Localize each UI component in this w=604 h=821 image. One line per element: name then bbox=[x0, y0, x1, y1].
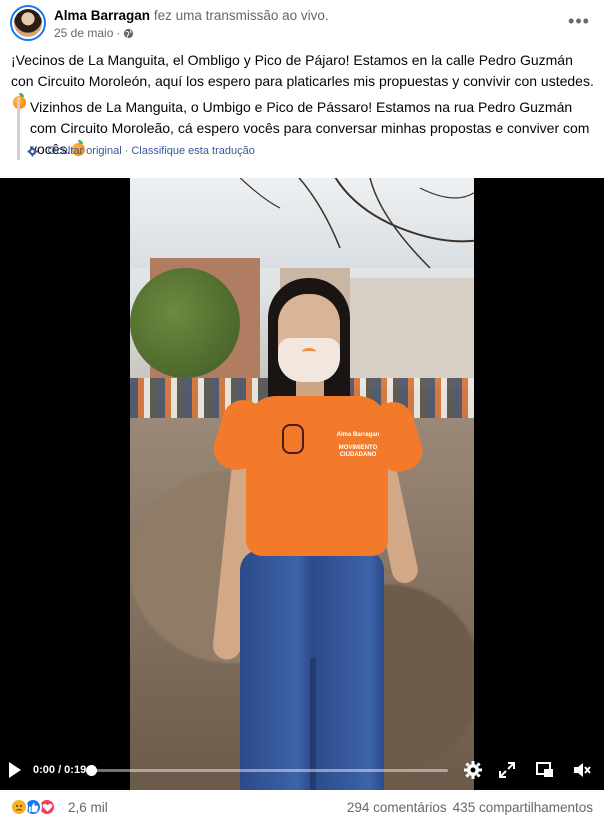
video-progress-bar[interactable] bbox=[86, 765, 448, 776]
picture-in-picture-icon[interactable] bbox=[535, 760, 555, 780]
shirt-name: Alma Barragan bbox=[336, 432, 380, 438]
reaction-count[interactable]: 2,6 mil bbox=[68, 800, 108, 815]
translation-links: · Ocultar original · Classifique esta tr… bbox=[27, 145, 255, 157]
post-date[interactable]: 25 de maio bbox=[54, 26, 113, 40]
meta-separator: · bbox=[116, 26, 121, 40]
author-line: Alma Barragan fez uma transmissão ao viv… bbox=[54, 8, 329, 23]
globe-icon bbox=[124, 28, 134, 38]
person-shirt bbox=[246, 396, 388, 556]
person-mask bbox=[278, 338, 340, 382]
mask-logo-icon bbox=[302, 348, 316, 356]
post-footer: 2,6 mil 294 comentários 435 compartilham… bbox=[0, 790, 604, 821]
play-icon[interactable] bbox=[7, 761, 23, 779]
volume-muted-icon[interactable] bbox=[572, 760, 592, 780]
author-avatar[interactable] bbox=[10, 5, 46, 41]
video-time: 0:00 / 0:19 bbox=[33, 764, 87, 776]
video-person: Alma Barragan MOVIMIENTO CIUDADANO bbox=[208, 238, 428, 790]
post-action-text: fez uma transmissão ao vivo. bbox=[153, 8, 329, 23]
settings-gear-icon[interactable] bbox=[463, 760, 483, 780]
translate-gear-icon bbox=[27, 145, 38, 157]
post-stats: 294 comentários 435 compartilhamentos bbox=[347, 800, 593, 815]
shares-count[interactable]: 435 compartilhamentos bbox=[453, 800, 593, 815]
more-options-button[interactable]: ••• bbox=[566, 8, 592, 34]
person-glasses bbox=[282, 424, 304, 454]
comments-count[interactable]: 294 comentários bbox=[347, 800, 447, 815]
fullscreen-icon[interactable] bbox=[497, 760, 517, 780]
hide-original-link[interactable]: Ocultar original bbox=[48, 145, 122, 157]
rate-translation-link[interactable]: Classifique esta tradução bbox=[131, 145, 255, 157]
video-progress-knob[interactable] bbox=[86, 765, 97, 776]
video-controls: 0:00 / 0:19 bbox=[0, 752, 604, 790]
sad-reaction-icon bbox=[10, 798, 28, 816]
shirt-print: Alma Barragan MOVIMIENTO CIUDADANO bbox=[328, 432, 388, 459]
post-header: Alma Barragan fez uma transmissão ao viv… bbox=[0, 0, 604, 46]
link-separator: · bbox=[124, 145, 129, 157]
video-frame: Alma Barragan MOVIMIENTO CIUDADANO bbox=[130, 178, 474, 790]
video-player[interactable]: Alma Barragan MOVIMIENTO CIUDADANO 0:00 … bbox=[0, 178, 604, 790]
reaction-icons[interactable] bbox=[10, 798, 56, 816]
shirt-brand: MOVIMIENTO CIUDADANO bbox=[338, 445, 378, 458]
link-separator: · bbox=[41, 145, 45, 157]
post-text-body: ¡Vecinos de La Manguita, el Ombligo y Pi… bbox=[11, 52, 594, 89]
avatar-photo bbox=[14, 9, 42, 37]
post-meta: 25 de maio · bbox=[54, 26, 134, 40]
author-name[interactable]: Alma Barragan bbox=[54, 8, 150, 23]
